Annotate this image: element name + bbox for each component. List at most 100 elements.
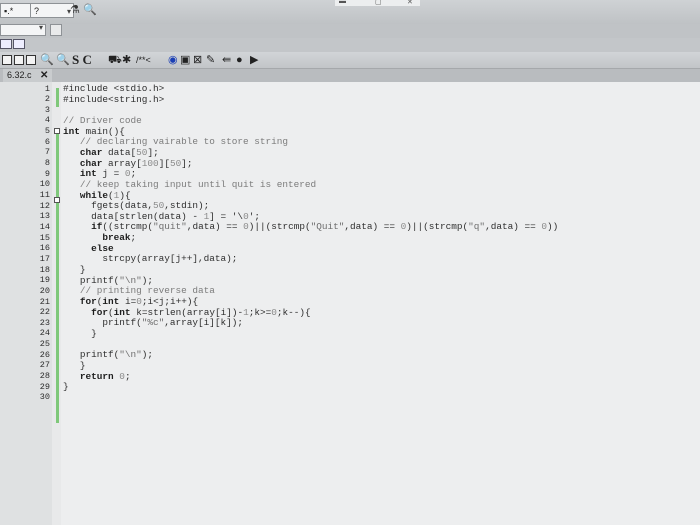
code-line[interactable]: strcpy(array[j++],data); xyxy=(63,253,237,264)
line-number: 3 xyxy=(44,104,50,115)
chevron-down-icon[interactable]: ▾ xyxy=(39,23,43,32)
file-tab-title: 6.32.c xyxy=(7,70,32,80)
topbar-icon-group: ⚗ 🔍 xyxy=(70,3,97,16)
code-editor[interactable]: 1 #include <stdio.h> 2 #include<string.h> 3 4… xyxy=(0,82,700,525)
pen-icon[interactable]: ✎ xyxy=(206,53,215,67)
line-number: 15 xyxy=(39,232,50,243)
line-number: 2 xyxy=(44,94,50,105)
close-icon[interactable]: ✕ xyxy=(407,0,413,6)
line-number: 9 xyxy=(44,168,50,179)
line-number: 29 xyxy=(39,381,50,392)
code-line[interactable]: #include<string.h> xyxy=(63,94,164,105)
window-controls-strip: ▬ ▢ ✕ xyxy=(335,0,420,6)
code-line[interactable]: int j = 0; xyxy=(63,168,136,179)
code-line[interactable]: printf("\n"); xyxy=(63,275,153,286)
save-icon[interactable] xyxy=(50,24,62,36)
search-icon[interactable]: 🔍 xyxy=(83,4,97,16)
code-line[interactable]: else xyxy=(63,243,114,254)
help-combo-value: ? xyxy=(34,6,40,16)
code-line[interactable]: return 0; xyxy=(63,371,131,382)
code-line[interactable]: for(int k=strlen(array[i])-1;k>=0;k--){ xyxy=(63,307,311,318)
window-icon[interactable] xyxy=(0,39,12,49)
code-line[interactable]: char data[50]; xyxy=(63,147,159,158)
zoom-in-icon[interactable]: 🔍 xyxy=(40,53,54,67)
map-icon[interactable]: ⊠ xyxy=(193,53,202,67)
code-line[interactable]: break; xyxy=(63,232,136,243)
line-number: 28 xyxy=(39,371,50,382)
line-number: 24 xyxy=(39,328,50,339)
macro-icon[interactable]: ▣ xyxy=(180,53,190,67)
code-line[interactable]: int main(){ xyxy=(63,126,125,137)
close-icon[interactable]: ✕ xyxy=(40,70,48,81)
code-line[interactable]: } xyxy=(63,360,86,371)
code-line[interactable]: // Driver code xyxy=(63,115,142,126)
line-number: 21 xyxy=(39,296,50,307)
symbol-combo[interactable]: ▾ xyxy=(0,23,46,36)
line-number: 4 xyxy=(44,115,50,126)
sc-button[interactable]: S C xyxy=(72,53,92,67)
line-number: 25 xyxy=(39,339,50,350)
code-line[interactable]: printf("\n"); xyxy=(63,349,153,360)
code-line[interactable]: printf("%c",array[i][k]); xyxy=(63,317,243,328)
code-line[interactable]: // printing reverse data xyxy=(63,285,215,296)
line-number: 23 xyxy=(39,317,50,328)
line-number: 26 xyxy=(39,349,50,360)
code-line[interactable]: fgets(data,50,stdin); xyxy=(63,200,209,211)
help-combo[interactable]: ? ▾ xyxy=(30,3,74,18)
line-number: 19 xyxy=(39,275,50,286)
minimize-icon[interactable]: ▬ xyxy=(339,0,346,5)
line-number: 11 xyxy=(39,190,50,200)
code-line[interactable]: for(int i=0;i<j;i++){ xyxy=(63,296,198,307)
change-marker xyxy=(56,88,59,107)
toolbar: 🔍 🔍 S C ⛟ ✱ /**< ◉ ▣ ⊠ ✎ ⇚ ● ▶ xyxy=(0,52,700,69)
line-number: 8 xyxy=(44,158,50,169)
secondary-bar: ▾ xyxy=(0,23,700,38)
code-line[interactable]: // declaring vairable to store string xyxy=(63,136,288,147)
line-number: 30 xyxy=(39,392,50,403)
fold-toggle-icon[interactable] xyxy=(54,128,60,134)
code-line[interactable]: while(1){ xyxy=(63,190,131,201)
line-number: 16 xyxy=(39,243,50,254)
line-number: 14 xyxy=(39,221,50,232)
code-line[interactable]: } xyxy=(63,381,69,392)
bookmark-icon[interactable]: ⛟ xyxy=(108,53,122,67)
line-number: 17 xyxy=(39,253,50,264)
box-icon[interactable] xyxy=(2,55,12,65)
line-number: 6 xyxy=(44,136,50,147)
zoom-out-icon[interactable]: 🔍 xyxy=(56,53,70,67)
restore-icon[interactable]: ▢ xyxy=(375,0,382,6)
panel-icon[interactable] xyxy=(13,39,25,49)
line-number: 22 xyxy=(39,307,50,318)
chemistry-icon[interactable]: ⚗ xyxy=(70,4,80,16)
box-icon[interactable] xyxy=(26,55,36,65)
code-line[interactable]: } xyxy=(63,328,97,339)
line-number: 7 xyxy=(44,147,50,158)
code-line[interactable]: #include <stdio.h> xyxy=(63,83,164,94)
line-number: 10 xyxy=(39,179,50,190)
breakpoint-icon[interactable]: ● xyxy=(236,53,243,67)
line-number: 12 xyxy=(39,200,50,211)
tool-row xyxy=(0,38,700,52)
line-number: 1 xyxy=(44,83,50,94)
line-number: 18 xyxy=(39,264,50,275)
goto-icon[interactable]: ⇚ xyxy=(222,53,231,67)
code-line[interactable]: char array[100][50]; xyxy=(63,158,193,169)
line-number: 13 xyxy=(39,211,50,222)
code-line[interactable]: if((strcmp("quit",data) == 0)||(strcmp("… xyxy=(63,221,558,232)
comment-button[interactable]: /**< xyxy=(136,53,151,67)
top-bar: ▪.* ▾ ? ▾ ⚗ 🔍 ▬ ▢ ✕ xyxy=(0,0,700,25)
line-number: 20 xyxy=(39,285,50,296)
search-mode-value: ▪.* xyxy=(4,6,14,16)
record-icon[interactable]: ◉ xyxy=(168,53,178,67)
change-marker xyxy=(56,133,59,423)
run-icon[interactable]: ▶ xyxy=(250,53,258,67)
line-number: 27 xyxy=(39,360,50,371)
box-icon[interactable] xyxy=(14,55,24,65)
code-line[interactable]: data[strlen(data) - 1] = '\0'; xyxy=(63,211,260,222)
line-number: 5 xyxy=(44,126,50,137)
fold-toggle-icon[interactable] xyxy=(54,197,60,203)
debug-icon[interactable]: ✱ xyxy=(122,53,131,67)
code-line[interactable]: } xyxy=(63,264,86,275)
file-tab[interactable]: 6.32.c ✕ xyxy=(3,69,53,82)
code-line[interactable]: // keep taking input until quit is enter… xyxy=(63,179,316,190)
